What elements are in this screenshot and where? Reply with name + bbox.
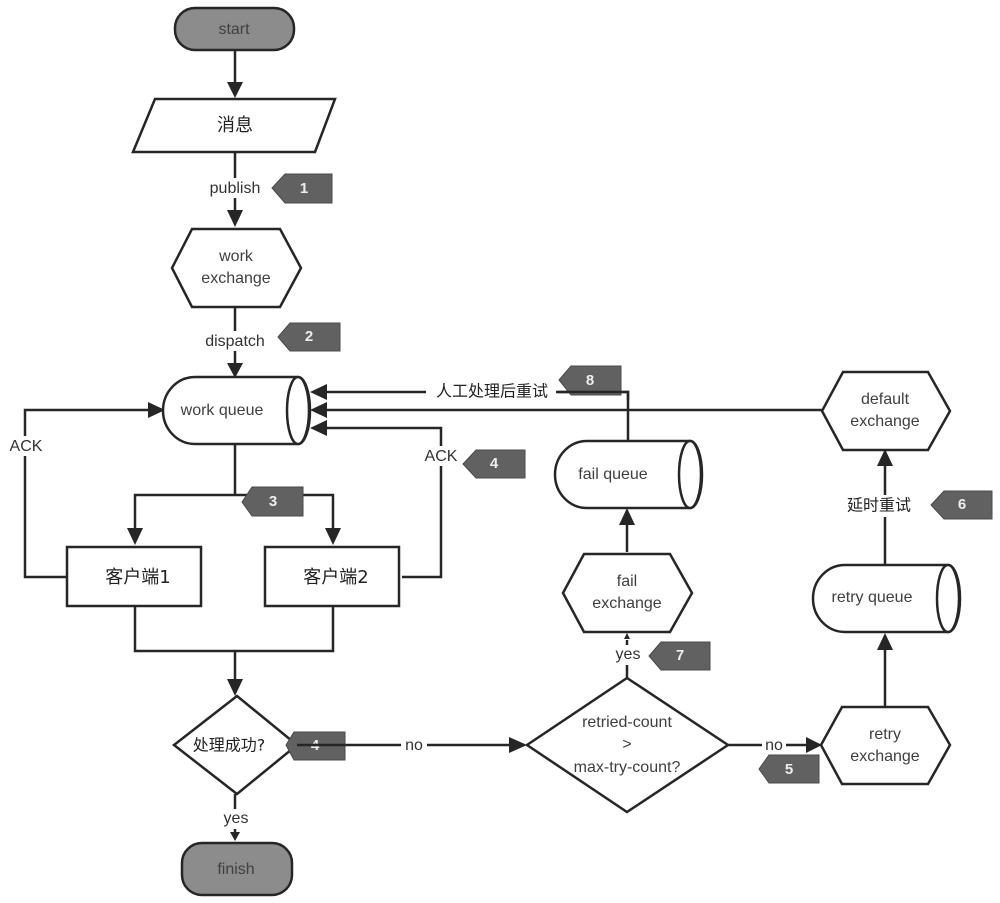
arrowhead <box>619 508 635 525</box>
start-label: start <box>218 21 250 38</box>
edge-label-delay-retry: 延时重试 <box>847 496 911 515</box>
step-tag-4-ack: 4 <box>462 449 526 479</box>
retry-exchange-label-2: exchange <box>850 748 919 765</box>
process-success-label: 处理成功? <box>193 736 266 755</box>
step-tag-7-number: 7 <box>676 647 684 664</box>
fail-exchange-node: fail exchange <box>561 552 694 634</box>
step-tag-8: 8 <box>558 365 622 396</box>
work-queue-label: work queue <box>180 402 264 419</box>
arrowhead <box>310 402 327 418</box>
retry-count-decision: retried-count > max-try-count? <box>524 676 731 814</box>
client1-label: 客户端1 <box>105 567 170 588</box>
client1-node: 客户端1 <box>65 545 203 608</box>
step-tag-8-number: 8 <box>586 372 594 389</box>
edge-label-manual-retry: 人工处理后重试 <box>436 382 548 401</box>
step-tag-1-number: 1 <box>300 180 308 197</box>
arrowhead <box>877 449 893 466</box>
retry-exchange-label-1: retry <box>869 726 901 743</box>
edge-label-yes-fail: yes <box>616 646 641 663</box>
retry-exchange-node: retry exchange <box>819 705 952 786</box>
work-queue-node: work queue <box>161 375 312 446</box>
arrowhead <box>310 420 327 436</box>
retry-check-label-3: max-try-count? <box>574 759 681 776</box>
step-tag-3: 3 <box>241 486 304 517</box>
default-exchange-label-2: exchange <box>850 413 919 430</box>
arrowhead <box>227 210 243 227</box>
step-tag-5: 5 <box>758 754 820 784</box>
arrowhead <box>227 82 243 98</box>
step-tag-2-number: 2 <box>305 328 313 345</box>
client2-label: 客户端2 <box>303 567 368 588</box>
fail-queue-node: fail queue <box>553 439 704 510</box>
step-tag-6-number: 6 <box>958 496 966 513</box>
arrowhead <box>127 528 143 545</box>
message-node: 消息 <box>131 97 337 154</box>
fail-exchange-label-1: fail <box>617 573 637 590</box>
retry-queue-node: retry queue <box>811 563 962 634</box>
default-exchange-node: default exchange <box>820 370 952 452</box>
step-tag-6: 6 <box>930 490 993 520</box>
finish-node: finish <box>180 841 294 897</box>
flowchart: start 消息 work exchange work queue 客户端1 客… <box>4 6 993 897</box>
finish-label: finish <box>217 861 254 878</box>
edge-manual-retry-overlay <box>556 390 630 400</box>
process-success-decision: 处理成功? <box>171 694 299 796</box>
default-exchange-label-1: default <box>861 391 910 408</box>
arrowhead <box>230 832 240 841</box>
retry-check-label-2: > <box>622 736 631 753</box>
edge-label-ack-left: ACK <box>10 438 43 455</box>
edge-label-no-check: no <box>405 737 423 754</box>
arrowhead <box>227 679 243 696</box>
retry-check-label-1: retried-count <box>582 714 672 731</box>
edge-clients-merge <box>133 607 335 653</box>
step-tag-1: 1 <box>271 173 333 204</box>
retry-queue-label: retry queue <box>832 589 913 606</box>
step-tag-7: 7 <box>648 641 711 671</box>
edge-label-no-retry: no <box>765 737 783 754</box>
start-node: start <box>173 6 296 52</box>
fail-exchange-label-2: exchange <box>592 595 661 612</box>
work-exchange-label-2: exchange <box>201 270 270 287</box>
fail-queue-label: fail queue <box>578 466 647 483</box>
step-tag-5-number: 5 <box>785 761 793 778</box>
edge-label-publish: publish <box>210 180 261 197</box>
edge-label-yes-finish: yes <box>224 810 249 827</box>
edge-label-dispatch: dispatch <box>205 333 265 350</box>
edge-label-ack-right: ACK <box>425 448 458 465</box>
work-exchange-node: work exchange <box>170 227 303 309</box>
arrowhead <box>509 737 527 753</box>
arrowhead <box>325 528 341 545</box>
work-exchange-label-1: work <box>218 248 254 265</box>
step-tag-3-number: 3 <box>269 493 277 510</box>
message-label: 消息 <box>217 115 253 136</box>
arrowhead <box>877 633 893 650</box>
arrowhead <box>310 384 327 400</box>
client2-node: 客户端2 <box>263 545 401 608</box>
arrowhead <box>624 633 630 639</box>
step-tag-4-ack-number: 4 <box>490 455 499 472</box>
step-tag-2: 2 <box>277 322 341 352</box>
